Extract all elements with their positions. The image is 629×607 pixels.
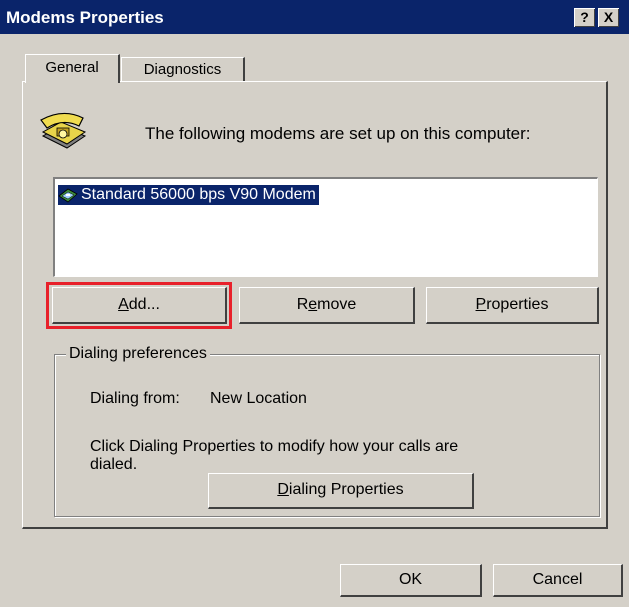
window-title: Modems Properties: [6, 8, 164, 27]
tab-general[interactable]: General: [25, 54, 120, 83]
help-button[interactable]: ?: [574, 8, 595, 27]
remove-button[interactable]: Remove: [239, 287, 415, 324]
intro-text: The following modems are set up on this …: [145, 124, 531, 143]
cancel-button[interactable]: Cancel: [493, 564, 623, 597]
tab-diagnostics[interactable]: Diagnostics: [121, 57, 245, 82]
dialing-preferences-label: Dialing preferences: [66, 345, 210, 363]
tab-general-label: General: [45, 59, 99, 76]
add-button[interactable]: Add...: [52, 287, 227, 324]
properties-button[interactable]: Properties: [426, 287, 599, 324]
modem-listbox[interactable]: Standard 56000 bps V90 Modem: [53, 177, 598, 277]
modem-icon: [58, 186, 78, 204]
title-bar[interactable]: Modems Properties ? X: [0, 0, 629, 34]
tab-diagnostics-label: Diagnostics: [143, 61, 222, 78]
modems-properties-dialog: Modems Properties ? X General Diagnostic…: [0, 0, 629, 607]
dialing-info-line1: Click Dialing Properties to modify how y…: [90, 438, 459, 455]
dialing-from-value: New Location: [210, 390, 307, 407]
dialing-from-label: Dialing from:: [90, 390, 180, 407]
modem-phone-icon: [37, 106, 89, 152]
close-button[interactable]: X: [598, 8, 619, 27]
dialing-properties-button[interactable]: Dialing Properties: [208, 473, 474, 509]
ok-button[interactable]: OK: [340, 564, 482, 597]
dialing-info-line2: dialed.: [90, 456, 138, 473]
list-item[interactable]: Standard 56000 bps V90 Modem: [58, 185, 319, 205]
modem-name: Standard 56000 bps V90 Modem: [81, 186, 316, 203]
